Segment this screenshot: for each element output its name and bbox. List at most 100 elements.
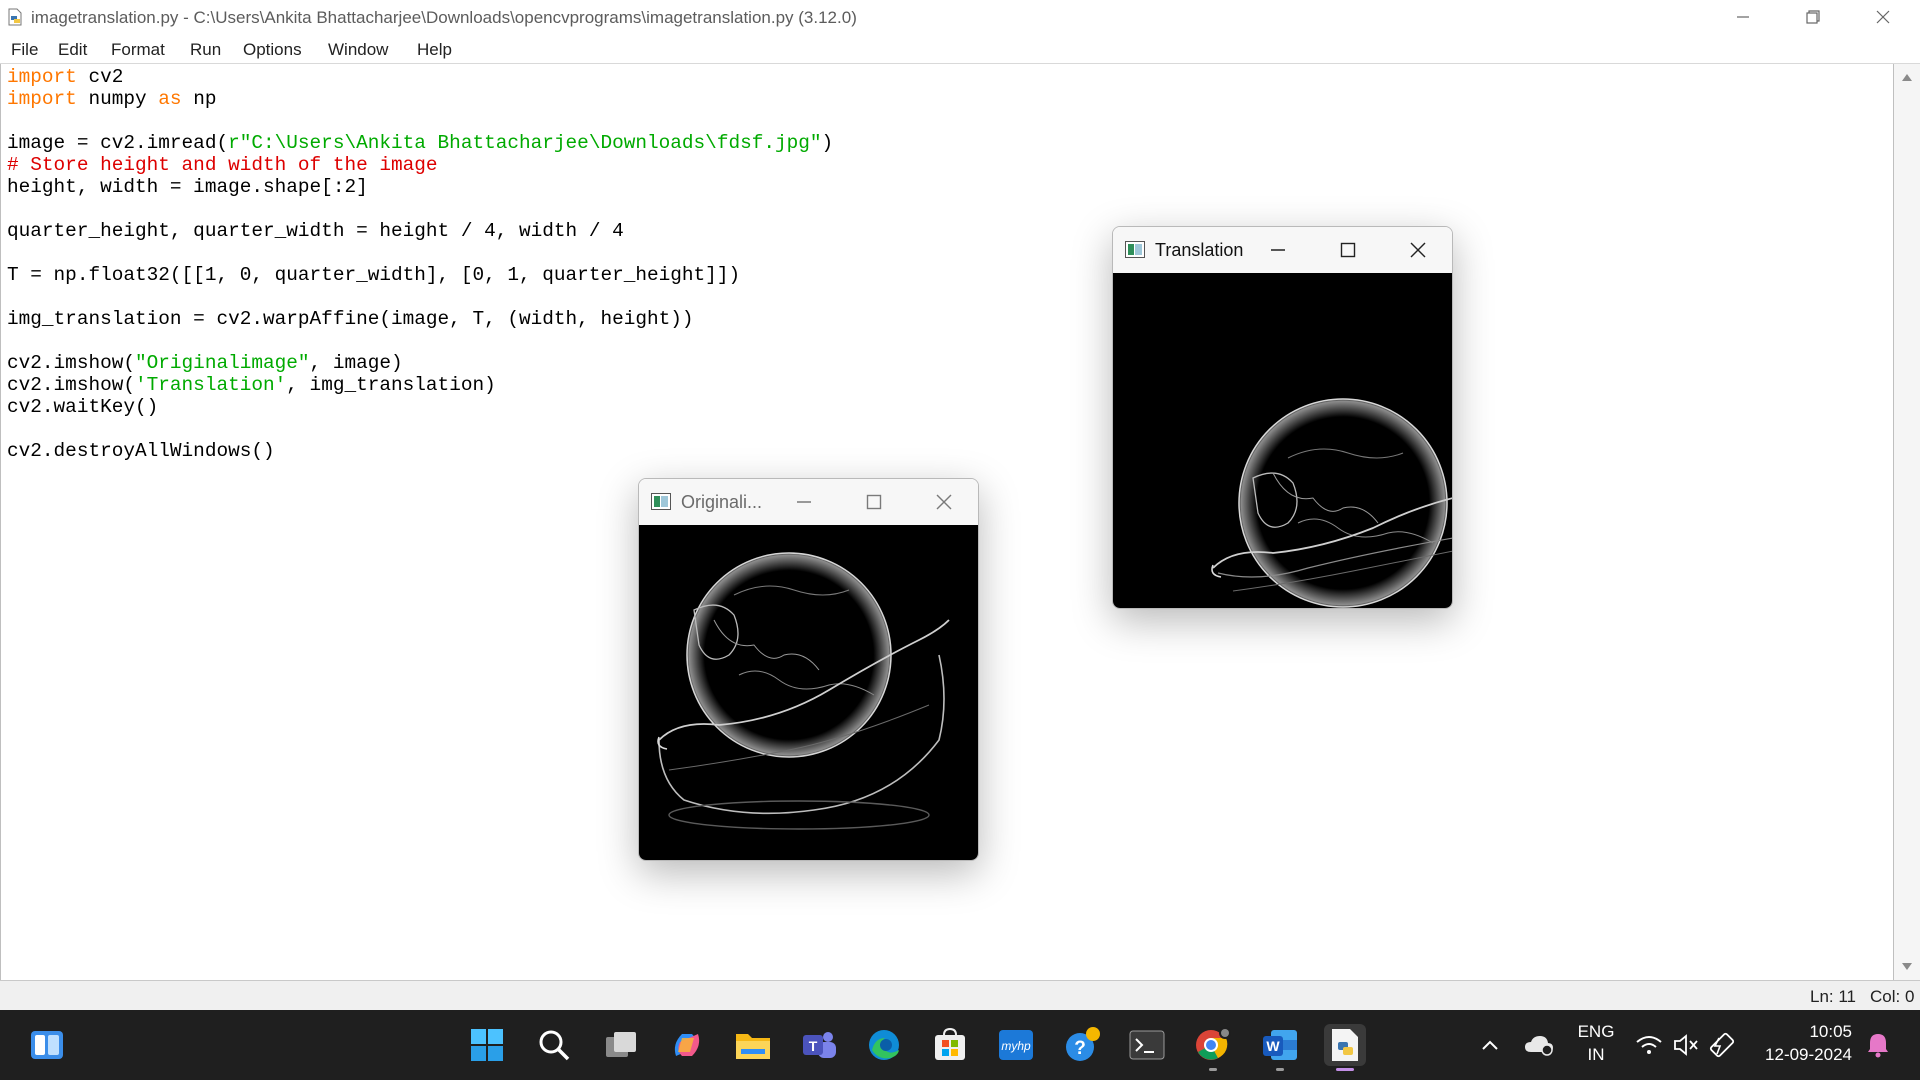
translation-window[interactable]: Translation: [1112, 226, 1453, 609]
translation-minimize-button[interactable]: [1243, 227, 1313, 273]
original-window-titlebar[interactable]: Originali...: [639, 479, 978, 525]
code-line-16: cv2.waitKey(): [7, 396, 159, 418]
status-bar: Ln: 11 Col: 0: [0, 980, 1920, 1010]
chrome-running-indicator: [1209, 1068, 1217, 1071]
get-help-button[interactable]: ?: [1062, 1024, 1104, 1066]
translation-maximize-button[interactable]: [1313, 227, 1383, 273]
svg-text:?: ?: [1074, 1038, 1086, 1059]
edge-button[interactable]: [863, 1024, 905, 1066]
scroll-down-icon[interactable]: [1902, 963, 1912, 970]
quick-settings-icons: [1636, 1032, 1735, 1058]
code-line-2: import numpy as np: [7, 88, 217, 110]
code-line-12: img_translation = cv2.warpAffine(image, …: [7, 308, 694, 330]
menu-file[interactable]: File: [11, 40, 38, 60]
start-icon: [471, 1029, 503, 1061]
code-line-15: cv2.imshow('Translation', img_translatio…: [7, 374, 496, 396]
line-number: Ln: 11: [1810, 987, 1857, 1006]
clock[interactable]: 10:05 12-09-2024: [1752, 1022, 1852, 1065]
quick-settings-button[interactable]: [1630, 1024, 1746, 1066]
widgets-icon: [31, 1031, 63, 1059]
teams-icon: T: [803, 1032, 836, 1058]
volume-muted-icon: [1674, 1034, 1698, 1056]
code-text: import cv2import numpy as np​image = cv2…: [7, 66, 833, 462]
store-icon: [935, 1028, 965, 1060]
close-icon: [1876, 10, 1890, 24]
original-globe-image: [657, 552, 950, 830]
minimize-icon: [797, 501, 811, 503]
code-line-10: T = np.float32([[1, 0, quarter_width], […: [7, 264, 741, 286]
original-minimize-button[interactable]: [769, 479, 839, 525]
original-image: [639, 525, 978, 860]
menu-window[interactable]: Window: [328, 40, 388, 60]
code-line-18: cv2.destroyAllWindows(): [7, 440, 275, 462]
python-idle-button[interactable]: [1324, 1024, 1366, 1066]
original-close-button[interactable]: [909, 479, 978, 525]
myhp-button[interactable]: myhp: [995, 1024, 1037, 1066]
python-idle-icon: [1332, 1029, 1358, 1061]
bell-icon: [1868, 1034, 1888, 1058]
close-icon: [936, 494, 952, 510]
taskbar: T myhp ? W ENG IN 10:05 12-09-2024: [0, 1010, 1920, 1080]
store-button[interactable]: [929, 1024, 971, 1066]
original-maximize-button[interactable]: [839, 479, 909, 525]
language-indicator[interactable]: ENG IN: [1574, 1022, 1618, 1065]
menu-edit[interactable]: Edit: [58, 40, 87, 60]
clock-date: 12-09-2024: [1765, 1045, 1852, 1064]
battery-charging-icon: [1709, 1032, 1735, 1058]
teams-button[interactable]: T: [798, 1024, 840, 1066]
get-help-icon: ?: [1066, 1027, 1100, 1061]
show-hidden-icons-button[interactable]: [1470, 1024, 1510, 1066]
opencv-window-icon: [651, 493, 671, 510]
edge-icon: [869, 1030, 899, 1060]
close-button[interactable]: [1848, 0, 1918, 34]
menu-help[interactable]: Help: [417, 40, 452, 60]
chrome-button[interactable]: [1192, 1024, 1234, 1066]
task-view-button[interactable]: [600, 1024, 642, 1066]
code-line-6: height, width = image.shape[:2]: [7, 176, 368, 198]
idle-active-indicator: [1336, 1068, 1354, 1071]
start-button[interactable]: [466, 1024, 508, 1066]
file-explorer-button[interactable]: [732, 1024, 774, 1066]
column-number: Col: 0: [1870, 987, 1915, 1006]
task-view-icon: [606, 1032, 636, 1057]
translated-image: [1113, 273, 1452, 608]
translation-close-button[interactable]: [1383, 227, 1452, 273]
vertical-scrollbar[interactable]: [1894, 64, 1920, 980]
window-title: imagetranslation.py - C:\Users\Ankita Bh…: [31, 8, 857, 27]
clock-time: 10:05: [1809, 1022, 1852, 1041]
restore-button[interactable]: [1778, 0, 1848, 34]
file-explorer-icon: [736, 1034, 770, 1059]
copilot-icon: [674, 1034, 700, 1056]
opencv-window-icon: [1125, 241, 1145, 258]
python-file-icon: [8, 8, 22, 26]
notifications-button[interactable]: [1860, 1024, 1896, 1066]
scroll-up-icon[interactable]: [1902, 74, 1912, 81]
region-code: IN: [1587, 1045, 1605, 1064]
translation-window-titlebar[interactable]: Translation: [1113, 227, 1452, 273]
menu-format[interactable]: Format: [111, 40, 165, 60]
terminal-button[interactable]: [1126, 1024, 1168, 1066]
translated-globe-image: [1211, 398, 1452, 608]
wifi-icon: [1636, 1036, 1662, 1054]
code-line-1: import cv2: [7, 66, 124, 88]
language-code: ENG: [1577, 1022, 1615, 1041]
menu-options[interactable]: Options: [243, 40, 302, 60]
chrome-icon: [1196, 1027, 1231, 1060]
minimize-button[interactable]: [1708, 0, 1778, 34]
cloud-icon: [1525, 1036, 1553, 1056]
widgets-button[interactable]: [26, 1024, 68, 1066]
minimize-icon: [1737, 16, 1749, 18]
restore-icon: [1806, 10, 1820, 24]
terminal-icon: [1129, 1030, 1165, 1060]
original-image-window[interactable]: Originali...: [638, 478, 979, 861]
code-line-14: cv2.imshow("Originalimage", image): [7, 352, 403, 374]
search-button[interactable]: [533, 1024, 575, 1066]
svg-text:W: W: [1266, 1038, 1280, 1054]
maximize-icon: [1340, 242, 1356, 258]
menu-run[interactable]: Run: [190, 40, 221, 60]
original-window-title: Originali...: [681, 492, 763, 512]
word-button[interactable]: W: [1259, 1024, 1301, 1066]
copilot-button[interactable]: [666, 1024, 708, 1066]
minimize-icon: [1271, 249, 1285, 251]
onedrive-button[interactable]: [1518, 1024, 1560, 1066]
